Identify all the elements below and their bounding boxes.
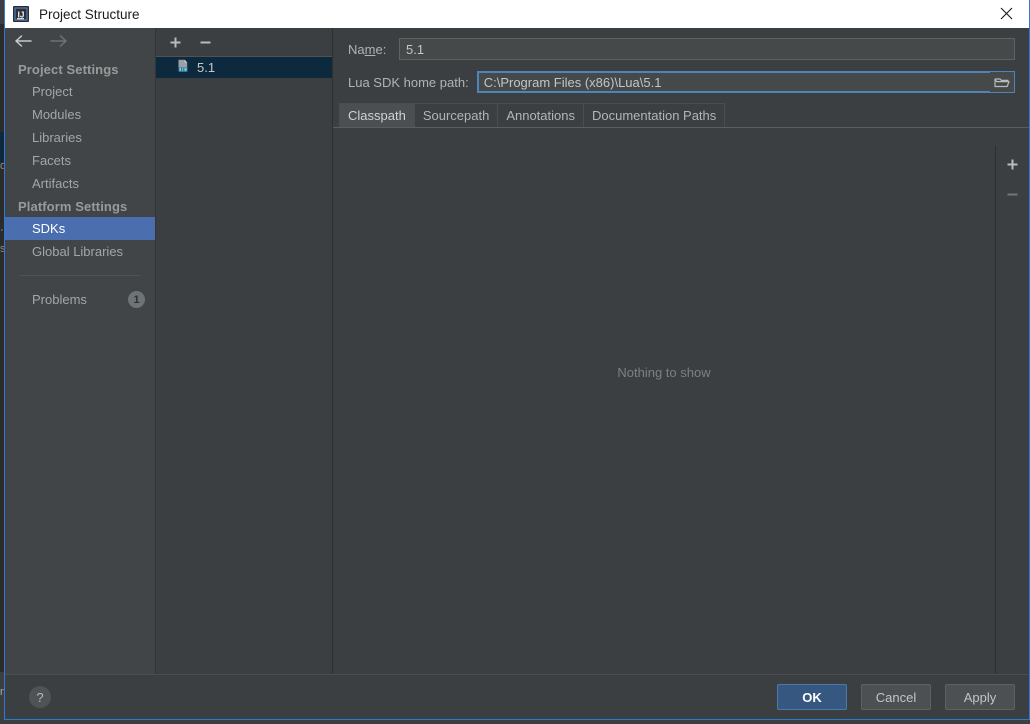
sdk-list-toolbar <box>156 28 332 56</box>
dialog-footer: ? OK Cancel Apply <box>5 674 1029 719</box>
name-row: Name: 5.1 <box>339 38 1015 60</box>
sidebar-item-sdks[interactable]: SDKs <box>5 217 155 240</box>
plus-icon[interactable] <box>1005 156 1021 172</box>
home-path-row: Lua SDK home path: C:\Program Files (x86… <box>339 71 1015 93</box>
sidebar-item-artifacts[interactable]: Artifacts <box>5 172 155 195</box>
apply-button[interactable]: Apply <box>945 684 1015 710</box>
sidebar-items: Project Settings Project Modules Librari… <box>5 58 155 263</box>
sidebar-item-facets[interactable]: Facets <box>5 149 155 172</box>
navigation-arrows <box>5 28 155 56</box>
sdk-form: Name: 5.1 Lua SDK home path: C:\Program … <box>333 28 1029 93</box>
sidebar-divider <box>19 275 141 276</box>
sidebar-item-modules[interactable]: Modules <box>5 103 155 126</box>
name-input[interactable]: 5.1 <box>399 38 1015 60</box>
sdk-list-panel: 5.1 <box>156 28 333 675</box>
sdk-list[interactable]: 5.1 <box>156 56 332 674</box>
arrow-right-icon[interactable] <box>49 34 68 51</box>
list-item[interactable]: 5.1 <box>156 57 332 78</box>
empty-state-text: Nothing to show <box>617 365 711 380</box>
svg-text:IJ: IJ <box>18 10 25 19</box>
dialog-body: Project Settings Project Modules Librari… <box>5 28 1029 719</box>
sidebar-item-global-libraries[interactable]: Global Libraries <box>5 240 155 263</box>
lua-sdk-icon <box>176 59 190 76</box>
help-button[interactable]: ? <box>29 686 51 708</box>
name-label: Name: <box>348 41 387 57</box>
minus-icon[interactable] <box>197 34 213 50</box>
tab-annotations[interactable]: Annotations <box>497 103 584 127</box>
dialog-title: Project Structure <box>39 6 140 22</box>
arrow-left-icon[interactable] <box>14 34 33 51</box>
plus-icon[interactable] <box>167 34 183 50</box>
name-input-value: 5.1 <box>406 41 425 57</box>
tab-sourcepath[interactable]: Sourcepath <box>413 103 499 127</box>
sidebar-group-platform-settings: Platform Settings <box>18 199 128 214</box>
ok-button[interactable]: OK <box>777 684 847 710</box>
list-item-label: 5.1 <box>197 60 216 75</box>
classpath-table[interactable]: Nothing to show <box>333 146 996 675</box>
cancel-button[interactable]: Cancel <box>861 684 931 710</box>
folder-icon[interactable] <box>990 72 1014 92</box>
sidebar-item-label: Problems <box>32 292 87 307</box>
sidebar-item-project[interactable]: Project <box>5 80 155 103</box>
project-structure-dialog: IJ Project Structure Project Settings Pr… <box>4 0 1030 720</box>
dialog-titlebar: IJ Project Structure <box>5 0 1029 29</box>
tab-documentation-paths[interactable]: Documentation Paths <box>582 103 726 127</box>
sdk-detail-panel: Name: 5.1 Lua SDK home path: C:\Program … <box>333 28 1029 675</box>
home-path-input[interactable]: C:\Program Files (x86)\Lua\5.1 <box>476 71 1015 93</box>
sidebar-group-project-settings: Project Settings <box>18 62 119 77</box>
close-icon[interactable] <box>983 0 1029 27</box>
home-path-label: Lua SDK home path: <box>348 74 469 90</box>
minus-icon[interactable] <box>1005 186 1021 202</box>
sidebar-item-problems[interactable]: Problems 1 <box>5 287 155 312</box>
tab-classpath[interactable]: Classpath <box>339 103 415 127</box>
problems-count-badge: 1 <box>128 291 145 308</box>
sidebar-item-libraries[interactable]: Libraries <box>5 126 155 149</box>
intellij-idea-icon: IJ <box>13 6 29 22</box>
classpath-table-area: Nothing to show <box>333 146 1029 675</box>
classpath-toolbar <box>996 146 1029 675</box>
home-path-value: C:\Program Files (x86)\Lua\5.1 <box>483 74 662 90</box>
sdk-tabs: Classpath Sourcepath Annotations Documen… <box>333 103 1029 128</box>
settings-sidebar: Project Settings Project Modules Librari… <box>5 28 156 675</box>
